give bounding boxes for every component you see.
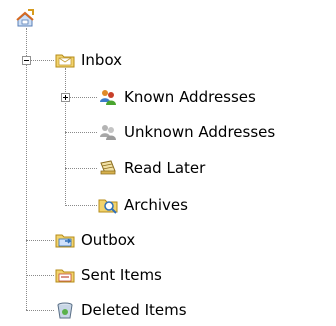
mail-folder-tree: Inbox Known Addresses Unknown Addresses: [0, 0, 336, 326]
tree-item-label: Inbox: [81, 51, 123, 69]
tree-item-unknown-addresses[interactable]: Unknown Addresses: [98, 120, 275, 144]
tree-line: [26, 275, 54, 276]
tree-item-label: Read Later: [124, 159, 206, 177]
tree-item-outbox[interactable]: Outbox: [55, 228, 135, 252]
known-addresses-expand-toggle[interactable]: [61, 93, 70, 102]
unknown-contacts-icon: [98, 122, 118, 142]
inbox-collapse-toggle[interactable]: [22, 56, 31, 65]
tree-item-inbox[interactable]: Inbox: [55, 48, 122, 72]
tree-line: [65, 132, 97, 133]
notebook-icon: [98, 158, 118, 178]
tree-line: [65, 68, 66, 206]
tree-item-label: Sent Items: [81, 266, 162, 284]
tree-item-known-addresses[interactable]: Known Addresses: [98, 85, 256, 109]
tree-item-label: Outbox: [81, 231, 136, 249]
outbox-folder-icon: [55, 230, 75, 250]
tree-item-label: Known Addresses: [124, 88, 256, 106]
tree-item-read-later[interactable]: Read Later: [98, 156, 205, 180]
trash-can-icon: [55, 300, 75, 320]
tree-item-archives[interactable]: Archives: [98, 193, 188, 217]
tree-line: [26, 240, 54, 241]
sent-items-folder-icon: [55, 265, 75, 285]
tree-line: [65, 205, 97, 206]
tree-item-label: Archives: [124, 196, 188, 214]
inbox-folder-icon: [55, 50, 75, 70]
tree-line: [26, 310, 54, 311]
tree-item-deleted-items[interactable]: Deleted Items: [55, 298, 187, 322]
tree-line: [65, 168, 97, 169]
contacts-group-icon: [98, 87, 118, 107]
tree-item-label: Deleted Items: [81, 301, 187, 319]
tree-item-label: Unknown Addresses: [124, 123, 276, 141]
tree-item-sent-items[interactable]: Sent Items: [55, 263, 162, 287]
home-mail-icon: [15, 8, 35, 28]
tree-line: [26, 28, 27, 310]
tree-root[interactable]: [15, 6, 35, 30]
archive-search-folder-icon: [98, 195, 118, 215]
